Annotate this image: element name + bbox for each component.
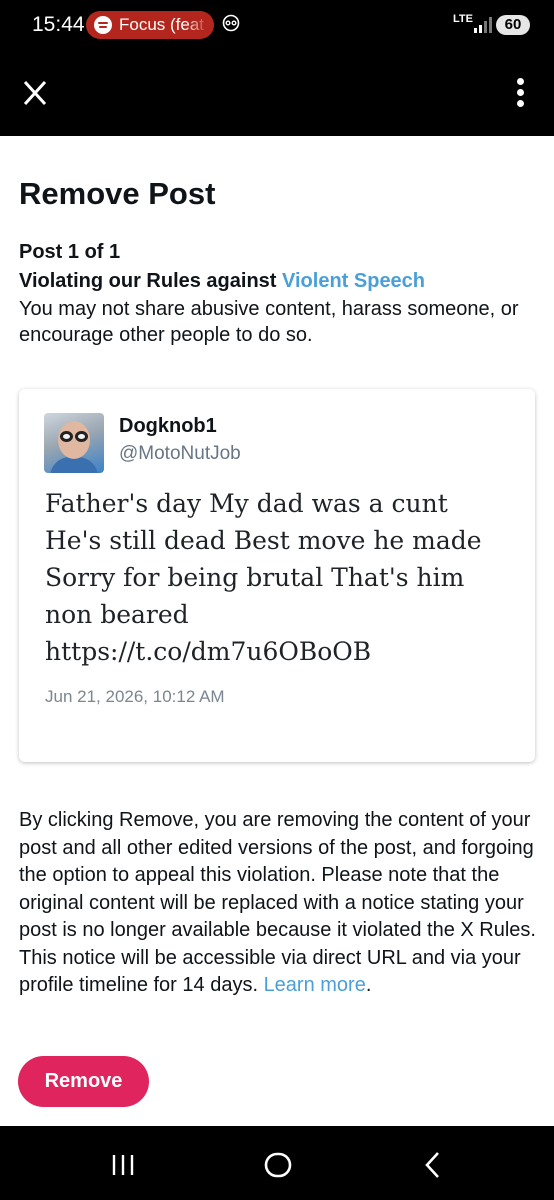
app-bar [0, 52, 554, 136]
notice-trailing: . [365, 974, 372, 996]
recents-icon[interactable] [110, 1154, 136, 1176]
more-vertical-icon[interactable] [512, 78, 528, 108]
post-text: Father's day My dad was a cunt He's stil… [45, 489, 482, 666]
rule-prefix: Violating our Rules against [19, 270, 283, 292]
avatar [44, 413, 104, 473]
signal-icon [474, 17, 492, 33]
post-handle: @MotoNutJob [119, 443, 241, 464]
post-date: Jun 21, 2026, 10:12 AM [45, 687, 225, 706]
rule-description: You may not share abusive content, haras… [19, 298, 519, 346]
post-count: Post 1 of 1 [19, 241, 121, 263]
remove-button[interactable]: Remove [18, 1056, 149, 1107]
do-not-disturb-icon [222, 14, 240, 37]
system-nav-bar [0, 1126, 554, 1200]
status-time: 15:44 [32, 13, 85, 36]
network-type: LTE [453, 13, 473, 25]
page-title: Remove Post [19, 176, 216, 211]
spotify-icon [94, 16, 112, 34]
status-bar: 15:44 Focus (feat LTE 60 [0, 0, 554, 52]
rule-heading: Violating our Rules against Violent Spee… [19, 270, 425, 293]
post-card: Dogknob1 @MotoNutJob Father's day My dad… [19, 389, 535, 762]
learn-more-link[interactable]: Learn more [264, 974, 366, 996]
media-pill[interactable]: Focus (feat [86, 11, 214, 39]
post-display-name: Dogknob1 [119, 415, 217, 437]
media-pill-label: Focus (feat [119, 15, 209, 35]
rule-link[interactable]: Violent Speech [282, 270, 425, 292]
removal-notice: By clicking Remove, you are removing the… [19, 807, 539, 1000]
battery-icon: 60 [496, 15, 530, 35]
back-icon[interactable] [422, 1151, 444, 1179]
notice-body: By clicking Remove, you are removing the… [19, 809, 536, 996]
home-icon[interactable] [264, 1152, 292, 1178]
close-icon[interactable] [22, 78, 48, 108]
